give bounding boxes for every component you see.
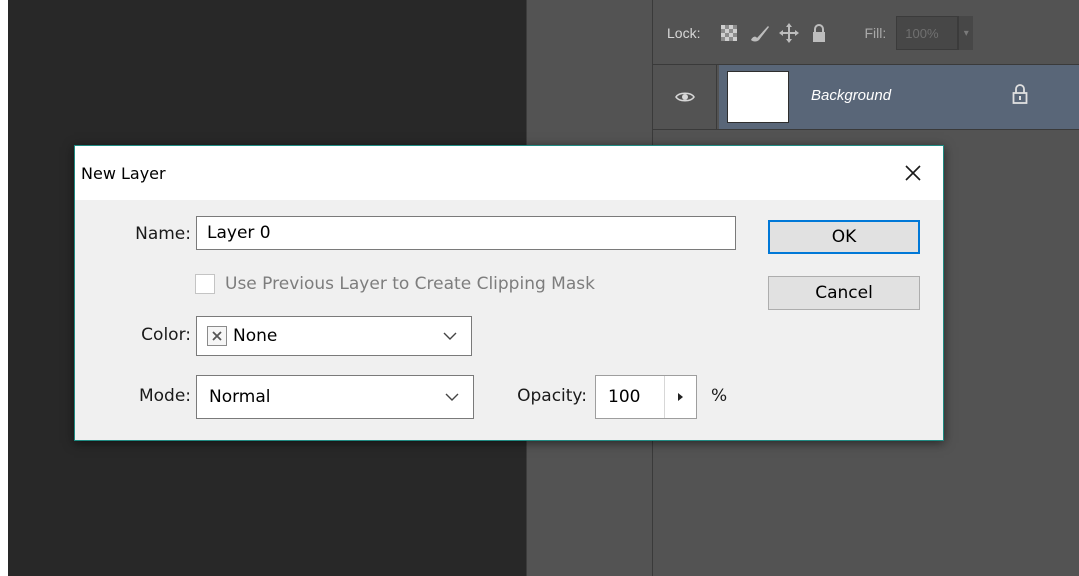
color-label: Color: bbox=[141, 325, 191, 345]
close-icon bbox=[905, 165, 921, 181]
fill-label: Fill: bbox=[864, 25, 887, 41]
chevron-down-icon bbox=[443, 332, 457, 340]
triangle-right-icon bbox=[678, 393, 684, 401]
mode-dropdown[interactable]: Normal bbox=[196, 375, 474, 419]
cancel-button[interactable]: Cancel bbox=[768, 276, 920, 310]
none-color-swatch-icon bbox=[207, 326, 227, 346]
opacity-unit: % bbox=[711, 386, 728, 406]
dialog-title-bar[interactable]: New Layer bbox=[75, 146, 943, 200]
ok-button[interactable]: OK bbox=[768, 220, 920, 254]
layer-selection-highlight[interactable]: Background bbox=[719, 65, 1079, 129]
chevron-down-icon bbox=[445, 393, 459, 401]
lock-position-icon[interactable] bbox=[774, 22, 804, 44]
fill-input[interactable]: 100% bbox=[896, 16, 959, 50]
opacity-input[interactable]: 100 bbox=[596, 387, 664, 407]
clipping-mask-label: Use Previous Layer to Create Clipping Ma… bbox=[225, 274, 595, 294]
mode-label: Mode: bbox=[138, 386, 191, 406]
new-layer-dialog: New Layer Name: Use Previous Layer to Cr… bbox=[74, 145, 944, 441]
visibility-toggle[interactable] bbox=[653, 65, 717, 129]
fill-dropdown-arrow-icon[interactable]: ▾ bbox=[958, 16, 974, 50]
name-input[interactable] bbox=[196, 216, 736, 250]
name-label: Name: bbox=[135, 224, 191, 244]
color-value: None bbox=[233, 326, 278, 346]
lock-image-pixels-icon[interactable] bbox=[744, 23, 774, 43]
clipping-mask-option: Use Previous Layer to Create Clipping Ma… bbox=[195, 274, 595, 294]
dialog-title: New Layer bbox=[81, 164, 166, 183]
opacity-slider-toggle[interactable] bbox=[663, 376, 696, 418]
lock-label: Lock: bbox=[667, 25, 701, 41]
lock-transparent-pixels-icon[interactable] bbox=[714, 24, 744, 42]
layer-row-background[interactable]: Background bbox=[653, 64, 1079, 130]
mode-value: Normal bbox=[209, 387, 271, 407]
opacity-field: 100 bbox=[595, 375, 697, 419]
lock-all-icon[interactable] bbox=[804, 23, 834, 43]
layer-name: Background bbox=[811, 87, 892, 104]
layer-thumbnail bbox=[727, 71, 789, 123]
layer-lock-icon[interactable] bbox=[1011, 83, 1029, 110]
opacity-label: Opacity: bbox=[517, 386, 587, 406]
close-button[interactable] bbox=[893, 156, 933, 190]
eye-icon bbox=[674, 92, 695, 102]
lock-toolbar: Lock: Fill: 100% ▾ bbox=[653, 8, 1079, 58]
clipping-mask-checkbox[interactable] bbox=[195, 274, 215, 294]
color-dropdown[interactable]: None bbox=[196, 316, 472, 356]
